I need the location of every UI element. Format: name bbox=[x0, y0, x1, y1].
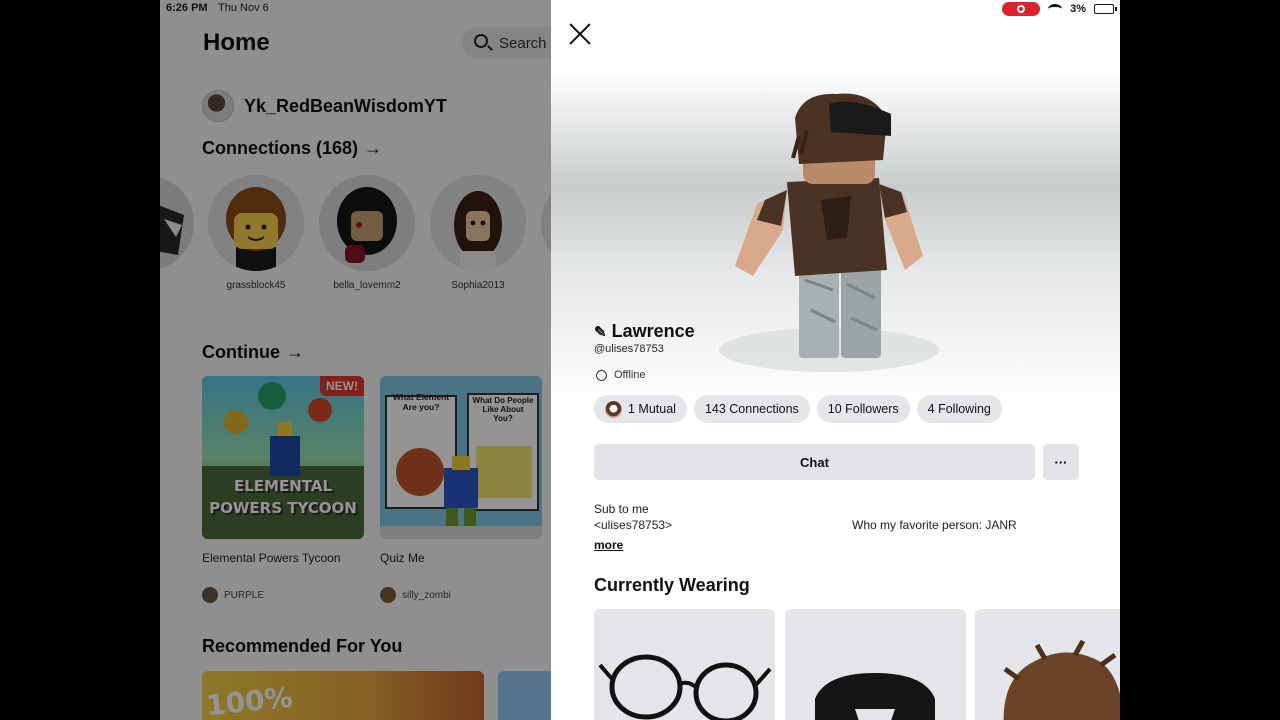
avatar bbox=[202, 90, 234, 122]
following-chip[interactable]: 4 Following bbox=[916, 395, 1002, 423]
connection-avatar bbox=[208, 175, 304, 271]
profile-panel: 3% ✎ Lawrence @ulises78753 Offline 1 Mut… bbox=[551, 0, 1120, 720]
followers-chip[interactable]: 10 Followers bbox=[816, 395, 910, 423]
game-card[interactable]: NEW! ELEMENTAL POWERS TYCOON Elemental P… bbox=[202, 376, 364, 603]
bio-line: Sub to me bbox=[594, 502, 649, 516]
my-username: Yk_RedBeanWisdomYT bbox=[244, 95, 447, 116]
game-card[interactable]: What Element Are you? What Do People Lik… bbox=[380, 376, 542, 603]
connection-item[interactable]: grassblock45 bbox=[208, 175, 304, 291]
screen-record-icon bbox=[1002, 2, 1041, 16]
new-badge: NEW! bbox=[320, 376, 364, 396]
more-options-button[interactable]: ··· bbox=[1043, 444, 1079, 480]
currently-wearing-heading: Currently Wearing bbox=[594, 575, 750, 595]
battery-icon bbox=[1094, 4, 1117, 14]
home-page: 6:26 PM Thu Nov 6 Home Search Yk_RedBean… bbox=[160, 0, 551, 720]
connection-avatar bbox=[541, 175, 551, 271]
creator-avatar bbox=[202, 587, 218, 603]
bio-more-link[interactable]: more bbox=[594, 538, 623, 552]
wifi-icon bbox=[1048, 4, 1063, 14]
display-name: ✎ Lawrence bbox=[594, 321, 695, 342]
connection-item[interactable] bbox=[541, 175, 551, 271]
status-time: 6:26 PM bbox=[166, 2, 208, 14]
status-date: Thu Nov 6 bbox=[218, 2, 269, 14]
connection-avatar bbox=[160, 175, 194, 271]
wearing-item[interactable] bbox=[594, 609, 775, 720]
pencil-icon[interactable]: ✎ bbox=[594, 323, 607, 341]
presence-status: Offline bbox=[596, 369, 646, 381]
arrow-right-icon: → bbox=[364, 138, 383, 158]
page-title: Home bbox=[203, 29, 270, 56]
recommended-card[interactable]: 100% bbox=[202, 671, 484, 720]
connections-heading-label: Connections (168) bbox=[202, 138, 359, 158]
continue-heading[interactable]: Continue → bbox=[202, 342, 304, 363]
quiz-right-text: What Do People Like About You? bbox=[472, 396, 534, 423]
game-creator: PURPLE bbox=[202, 587, 364, 603]
connections-label: 143 Connections bbox=[704, 402, 799, 416]
creator-avatar bbox=[380, 587, 396, 603]
battery-percent: 3% bbox=[1070, 3, 1086, 15]
bio-line: Who my favorite person: JANR bbox=[852, 518, 1017, 532]
connection-name: grassblock45 bbox=[226, 280, 286, 291]
connection-avatar bbox=[430, 175, 526, 271]
connection-avatar bbox=[319, 175, 415, 271]
connections-chip[interactable]: 143 Connections bbox=[693, 395, 810, 423]
recommended-card[interactable] bbox=[498, 671, 551, 720]
creator-name: silly_zombi bbox=[402, 589, 451, 601]
mutual-avatar-icon bbox=[605, 400, 622, 418]
connections-list: grassblock45 bella_lovemm2 Sophia2013 bbox=[160, 175, 551, 295]
search-icon bbox=[474, 34, 488, 48]
search-label: Search bbox=[499, 35, 547, 52]
recommended-thumb-text: 100% bbox=[204, 680, 295, 720]
stats-row: 1 Mutual 143 Connections 10 Followers 4 … bbox=[594, 395, 1002, 423]
chat-button[interactable]: Chat bbox=[594, 444, 1035, 480]
game-thumb-title: ELEMENTAL POWERS TYCOON bbox=[209, 477, 357, 517]
mutual-label: 1 Mutual bbox=[628, 402, 676, 416]
connection-item[interactable]: Sophia2013 bbox=[430, 175, 526, 291]
ellipsis-icon: ··· bbox=[1054, 454, 1068, 470]
game-thumbnail: What Element Are you? What Do People Lik… bbox=[380, 376, 542, 539]
bio-line: <ulises78753> bbox=[594, 518, 673, 532]
presence-label: Offline bbox=[614, 369, 646, 381]
offline-status-icon bbox=[596, 369, 607, 381]
display-name-text: Lawrence bbox=[611, 321, 695, 341]
quiz-left-text: What Element Are you? bbox=[392, 392, 450, 412]
goggles-icon bbox=[815, 673, 935, 720]
recommended-heading: Recommended For You bbox=[202, 636, 403, 656]
connection-item[interactable]: bella_lovemm2 bbox=[319, 175, 415, 291]
arrow-right-icon: → bbox=[286, 342, 304, 362]
creator-name: PURPLE bbox=[224, 589, 265, 601]
screen: 6:26 PM Thu Nov 6 Home Search Yk_RedBean… bbox=[0, 0, 1280, 720]
close-button[interactable] bbox=[568, 22, 592, 46]
connection-item[interactable] bbox=[160, 175, 194, 271]
continue-heading-label: Continue bbox=[202, 342, 280, 362]
continue-list: NEW! ELEMENTAL POWERS TYCOON Elemental P… bbox=[202, 376, 551, 616]
username: @ulises78753 bbox=[594, 343, 664, 355]
connection-name: bella_lovemm2 bbox=[333, 280, 401, 291]
game-creator: silly_zombi bbox=[380, 587, 542, 603]
connection-name: Sophia2013 bbox=[451, 280, 505, 291]
search-button[interactable]: Search bbox=[462, 27, 551, 59]
hair-icon bbox=[1003, 639, 1120, 720]
connections-heading[interactable]: Connections (168) → bbox=[202, 138, 382, 159]
wearing-item[interactable] bbox=[975, 609, 1120, 720]
game-title: Elemental Powers Tycoon bbox=[202, 551, 341, 565]
game-title: Quiz Me bbox=[380, 551, 425, 565]
my-profile-row[interactable]: Yk_RedBeanWisdomYT bbox=[202, 90, 447, 122]
followers-label: 10 Followers bbox=[827, 402, 899, 416]
mutual-chip[interactable]: 1 Mutual bbox=[594, 395, 687, 423]
wearing-item[interactable] bbox=[785, 609, 966, 720]
game-thumbnail: NEW! ELEMENTAL POWERS TYCOON bbox=[202, 376, 364, 539]
glasses-icon bbox=[598, 654, 772, 720]
status-bar-right: 3% bbox=[1002, 2, 1117, 16]
following-label: 4 Following bbox=[927, 402, 991, 416]
